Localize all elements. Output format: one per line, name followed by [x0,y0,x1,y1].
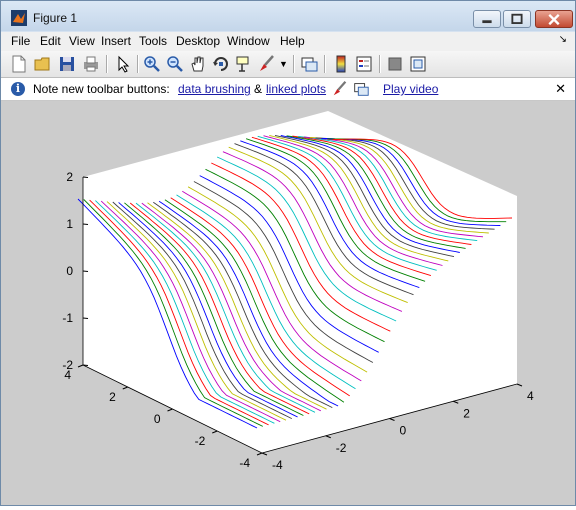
data-brushing-link[interactable]: data brushing [178,82,251,96]
menu-edit[interactable]: Edit [40,34,61,48]
brush-icon[interactable] [257,54,277,74]
insert-colorbar-icon[interactable] [331,54,351,74]
axes-3d[interactable]: 210-1-2420-2-4 -4-2024 [1,101,575,505]
linked-plots-link[interactable]: linked plots [266,82,326,96]
y-tick-label: -4 [239,456,250,470]
x-tick-mark [325,435,331,439]
link-plot-icon [354,83,369,96]
y-tick-mark [122,386,128,390]
y-tick-mark [167,408,173,412]
show-plot-tools-icon[interactable] [408,54,428,74]
y-tick-label: 0 [154,412,161,426]
x-tick-label: -2 [336,441,347,455]
x-tick-label: 4 [527,389,534,403]
z-tick-mark [82,176,89,178]
y-tick-mark [256,452,263,456]
info-bar: i Note new toolbar buttons: data brushin… [1,78,575,101]
y-tick-label: 2 [109,390,116,404]
x-tick-label: -4 [272,458,283,472]
z-tick-mark [82,223,89,225]
insert-legend-icon[interactable] [354,54,374,74]
brush-icon [333,81,347,96]
dock-arrow-icon[interactable]: ↘ [559,34,567,45]
z-tick-label: 2 [66,170,73,184]
x-tick-mark [516,383,523,387]
hide-plot-tools-icon[interactable] [385,54,405,74]
minimize-button[interactable] [473,10,501,28]
z-tick-label: 0 [66,264,73,278]
y-tick-mark [77,364,84,368]
print-icon[interactable] [81,54,101,74]
maximize-button[interactable] [503,10,531,28]
menu-desktop[interactable]: Desktop [176,34,220,48]
open-file-icon[interactable] [33,54,53,74]
toolbar-separator [379,55,381,73]
figure-window: Figure 1 File Edit View Insert Tools Des… [0,0,576,506]
info-note-text: Note new toolbar buttons: [33,82,170,96]
menu-help[interactable]: Help [280,34,305,48]
menu-insert[interactable]: Insert [101,34,131,48]
matlab-icon [11,10,27,26]
menu-file[interactable]: File [11,34,30,48]
y-tick-label: 4 [64,368,71,382]
x-tick-mark [389,418,395,421]
toolbar-separator [137,55,139,73]
pan-hand-icon[interactable] [188,54,208,74]
toolbar-separator [324,55,326,73]
x-tick-label: 2 [463,406,470,420]
data-cursor-icon[interactable] [234,54,254,74]
link-plot-icon[interactable] [299,54,319,74]
info-ampersand: & [254,82,263,96]
y-tick-label: -2 [195,434,206,448]
y-tick-mark [212,430,218,434]
close-button[interactable] [535,10,573,28]
menu-window[interactable]: Window [227,34,270,48]
info-icon: i [11,82,25,96]
toolbar-separator [106,55,108,73]
close-infobar-icon[interactable]: ✕ [555,81,566,97]
zoom-out-icon[interactable] [165,54,185,74]
save-icon[interactable] [57,54,77,74]
z-tick-label: 1 [66,217,73,231]
maximize-icon [511,13,523,24]
toolbar-separator [293,55,295,73]
menu-bar: File Edit View Insert Tools Desktop Wind… [1,32,575,51]
plot-area: 2 1 0 -1 -2 4 2 0 -2 -4 -4 -2 0 2 4 [1,101,575,505]
brush-dropdown-arrow-icon[interactable]: ▼ [279,59,288,79]
title-bar: Figure 1 [1,1,575,31]
menu-view[interactable]: View [69,34,95,48]
minimize-icon [482,20,492,24]
window-title: Figure 1 [33,11,78,25]
x-tick-label: 0 [400,424,407,438]
edit-plot-arrow-icon[interactable] [113,54,133,74]
toolbar: ▼ [1,51,575,78]
close-icon [548,13,560,26]
menu-tools[interactable]: Tools [139,34,167,48]
rotate-3d-icon[interactable] [211,54,231,74]
new-figure-icon[interactable] [9,54,29,74]
x-tick-mark [453,400,459,404]
x-tick-mark [261,452,268,456]
z-tick-label: -1 [62,311,73,325]
z-tick-mark [82,270,89,272]
play-video-link[interactable]: Play video [383,82,438,96]
zoom-in-icon[interactable] [142,54,162,74]
z-tick-mark [82,317,89,319]
